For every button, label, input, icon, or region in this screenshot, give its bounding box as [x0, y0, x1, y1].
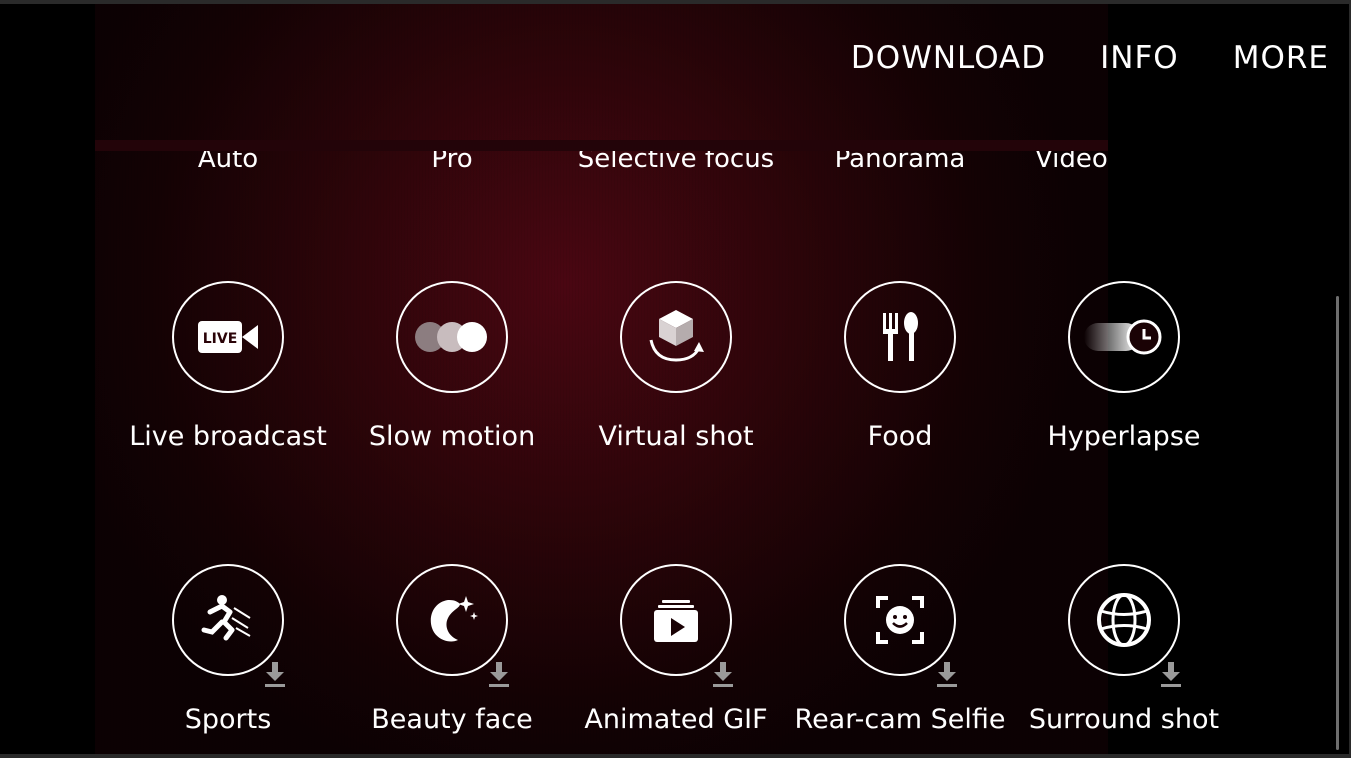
mode-icon-circle [620, 281, 732, 393]
mode-label: Sports [184, 704, 272, 735]
animated-gif-icon [654, 600, 698, 642]
live-badge-text: LIVE [203, 331, 238, 347]
mode-tile-hyperlapse[interactable]: Hyperlapse [1012, 281, 1236, 452]
beauty-face-icon [430, 596, 478, 642]
mode-icon-circle [844, 281, 956, 393]
mode-tile-animated-gif[interactable]: Animated GIF [564, 564, 788, 735]
more-button[interactable]: MORE [1233, 40, 1329, 76]
mode-label: Beauty face [371, 704, 533, 735]
mode-tile-surround-shot[interactable]: Surround shot [1012, 564, 1236, 735]
mode-label: Animated GIF [584, 704, 768, 735]
mode-tile-beauty-face[interactable]: Beauty face [340, 564, 564, 735]
info-button[interactable]: INFO [1100, 40, 1179, 76]
mode-icon-circle [396, 564, 509, 687]
mode-label: Food [867, 421, 933, 452]
food-icon [883, 312, 918, 361]
mode-label: Rear-cam Selfie [794, 704, 1006, 735]
sports-icon [201, 595, 251, 641]
download-button[interactable]: DOWNLOAD [851, 40, 1046, 76]
live-broadcast-icon: LIVE [198, 321, 258, 353]
download-icon [489, 662, 509, 687]
mode-icon-circle [620, 564, 733, 687]
mode-label: Surround shot [1028, 704, 1220, 735]
rear-cam-selfie-icon [876, 596, 924, 644]
mode-tile-rear-cam-selfie[interactable]: Rear-cam Selfie [788, 564, 1012, 735]
scroll-clip-mask [95, 140, 1108, 151]
mode-label: Slow motion [368, 421, 536, 452]
mode-label: Live broadcast [129, 421, 327, 452]
mode-icon-circle [172, 564, 285, 687]
mode-icon-circle [396, 281, 508, 393]
mode-label: Virtual shot [598, 421, 754, 452]
download-icon [1161, 662, 1181, 687]
scrollbar[interactable] [1336, 296, 1339, 750]
mode-tile-virtual-shot[interactable]: Virtual shot [564, 281, 788, 452]
mode-icon-circle: LIVE [172, 281, 284, 393]
download-icon [937, 662, 957, 687]
virtual-shot-icon [649, 310, 704, 362]
surround-shot-icon [1097, 593, 1151, 647]
hyperlapse-icon [1084, 319, 1162, 355]
mode-label: Hyperlapse [1047, 421, 1201, 452]
slow-motion-icon [415, 322, 487, 352]
mode-tile-live-broadcast[interactable]: LIVE Live broadcast [116, 281, 340, 452]
mode-tile-slow-motion[interactable]: Slow motion [340, 281, 564, 452]
mode-icon-circle [844, 564, 957, 687]
download-icon [713, 662, 733, 687]
mode-icon-circle [1068, 564, 1181, 687]
mode-tile-sports[interactable]: Sports [116, 564, 340, 735]
top-action-bar: DOWNLOAD INFO MORE [851, 40, 1329, 76]
mode-icon-circle [1068, 281, 1180, 393]
mode-tile-food[interactable]: Food [788, 281, 1012, 452]
download-icon [265, 662, 285, 687]
